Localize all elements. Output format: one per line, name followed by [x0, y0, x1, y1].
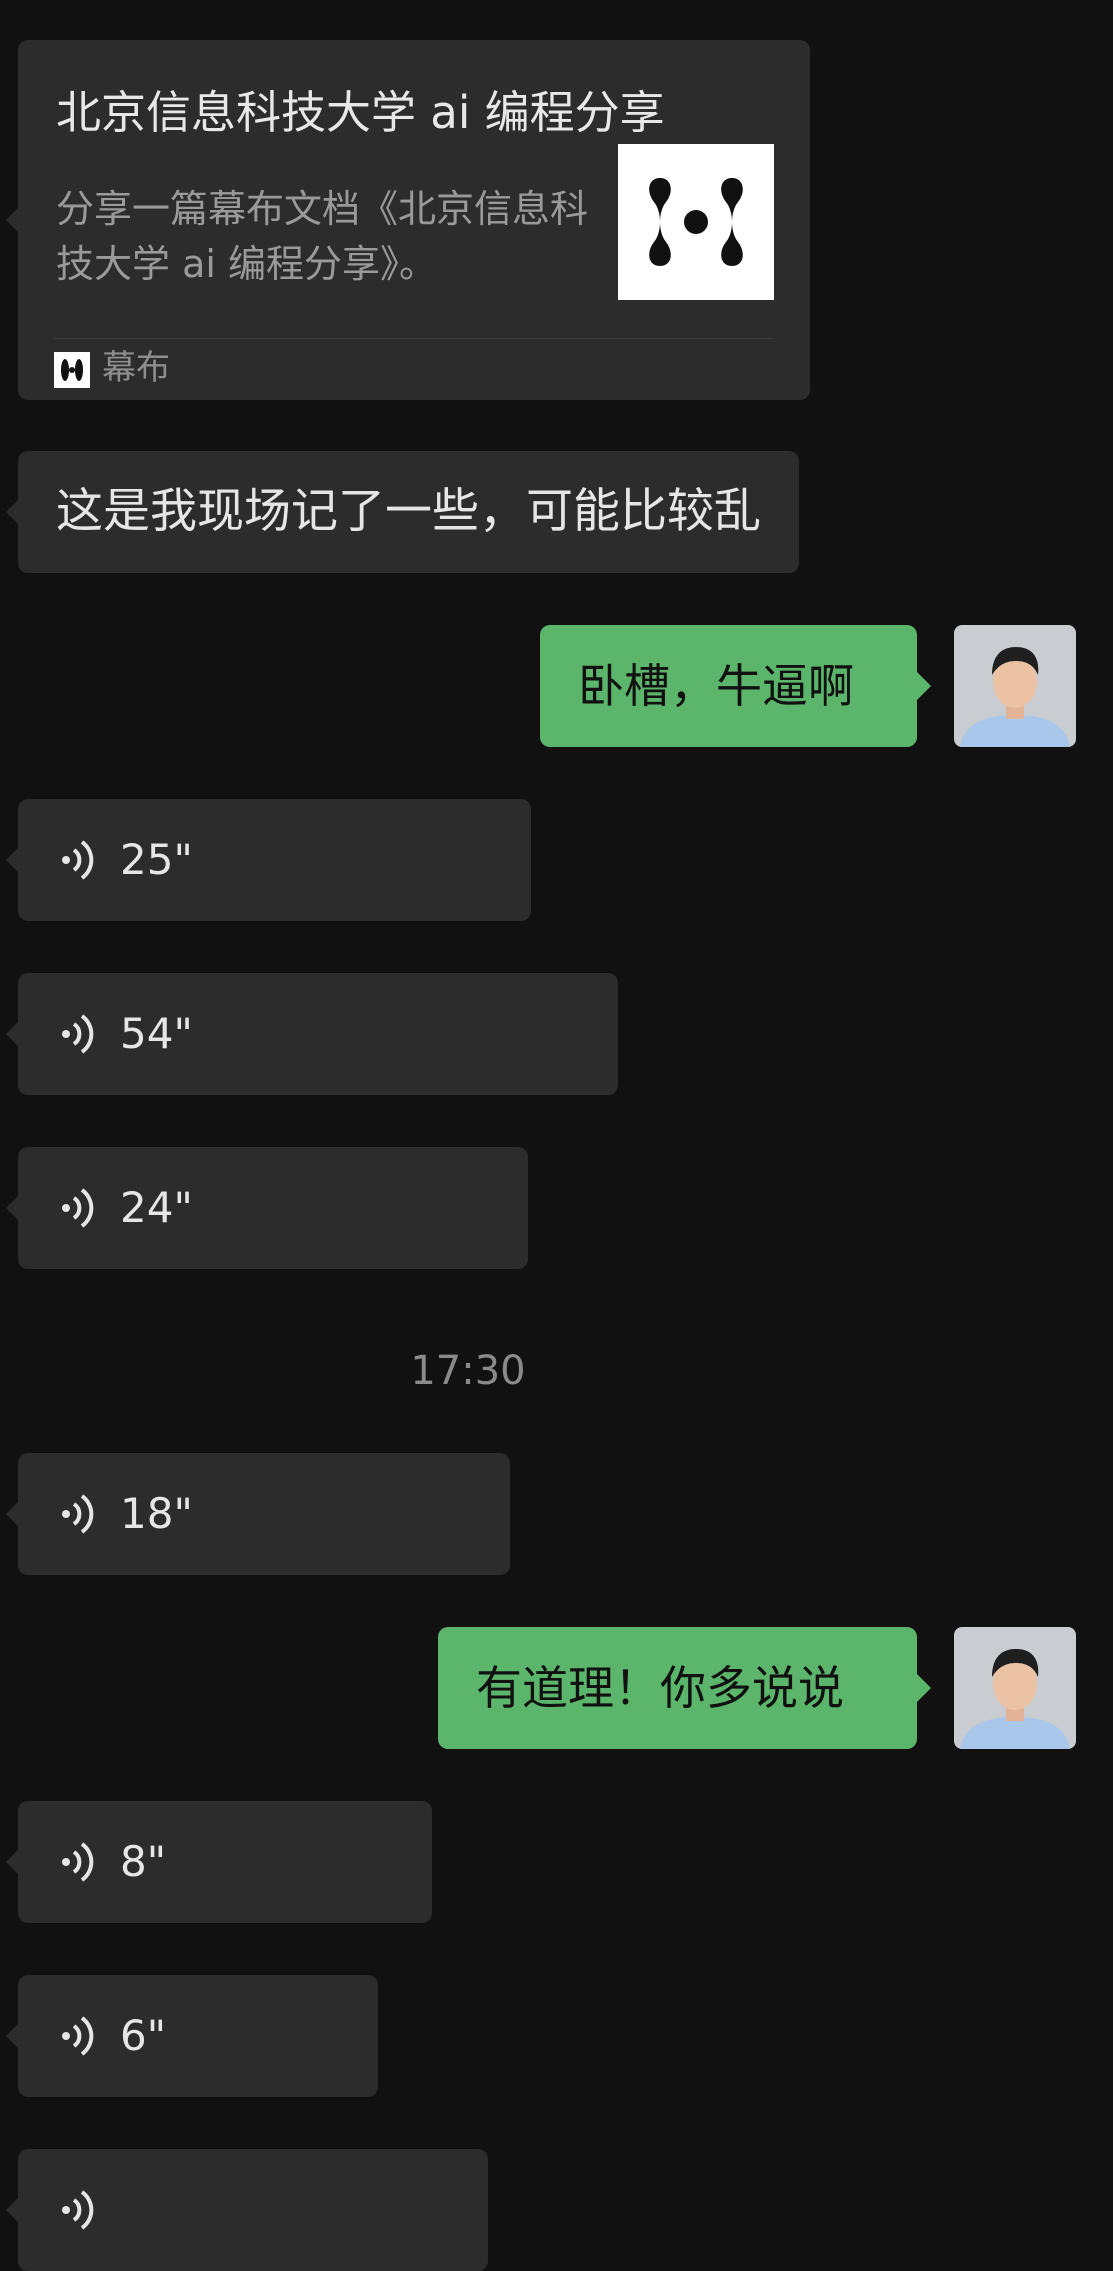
voice-duration: 8" — [120, 1837, 167, 1886]
voice-icon — [62, 1494, 94, 1534]
mubu-logo-icon — [618, 144, 774, 300]
voice-duration: 6" — [120, 2011, 167, 2060]
share-card-divider — [54, 338, 774, 339]
voice-duration: 54" — [120, 1009, 193, 1058]
message-text: 卧槽，牛逼啊 — [578, 659, 854, 713]
voice-duration: 25" — [120, 835, 193, 884]
share-card-description: 分享一篇幕布文档《北京信息科技大学 ai 编程分享》。 — [56, 187, 589, 286]
voice-message[interactable]: 6" — [6, 1975, 378, 2097]
share-card-title: 北京信息科技大学 ai 编程分享 — [56, 86, 665, 139]
voice-icon — [62, 840, 94, 880]
outgoing-message[interactable]: 有道理！你多说说 — [438, 1627, 931, 1749]
voice-icon — [62, 1842, 94, 1882]
voice-icon — [62, 1188, 94, 1228]
voice-message[interactable]: 18" — [6, 1453, 510, 1575]
outgoing-message[interactable]: 卧槽，牛逼啊 — [540, 625, 931, 747]
message-text: 有道理！你多说说 — [476, 1661, 844, 1715]
message-text: 这是我现场记了一些，可能比较乱 — [56, 484, 761, 539]
share-card-source: 幕布 — [102, 348, 170, 388]
voice-duration: 24" — [120, 1183, 193, 1232]
avatar[interactable] — [954, 1627, 1076, 1749]
avatar[interactable] — [954, 625, 1076, 747]
voice-icon — [62, 2016, 94, 2056]
voice-message[interactable] — [6, 2149, 488, 2271]
share-card[interactable]: 北京信息科技大学 ai 编程分享 分享一篇幕布文档《北京信息科技大学 ai 编程… — [6, 40, 810, 400]
incoming-message[interactable]: 这是我现场记了一些，可能比较乱 — [6, 451, 799, 573]
mubu-small-icon — [54, 352, 90, 388]
voice-message[interactable]: 25" — [6, 799, 531, 921]
voice-icon — [62, 2190, 94, 2230]
voice-message[interactable]: 54" — [6, 973, 618, 1095]
voice-message[interactable]: 8" — [6, 1801, 432, 1923]
voice-icon — [62, 1014, 94, 1054]
voice-duration: 18" — [120, 1489, 193, 1538]
timestamp: 17:30 — [410, 1348, 526, 1394]
voice-message[interactable]: 24" — [6, 1147, 528, 1269]
